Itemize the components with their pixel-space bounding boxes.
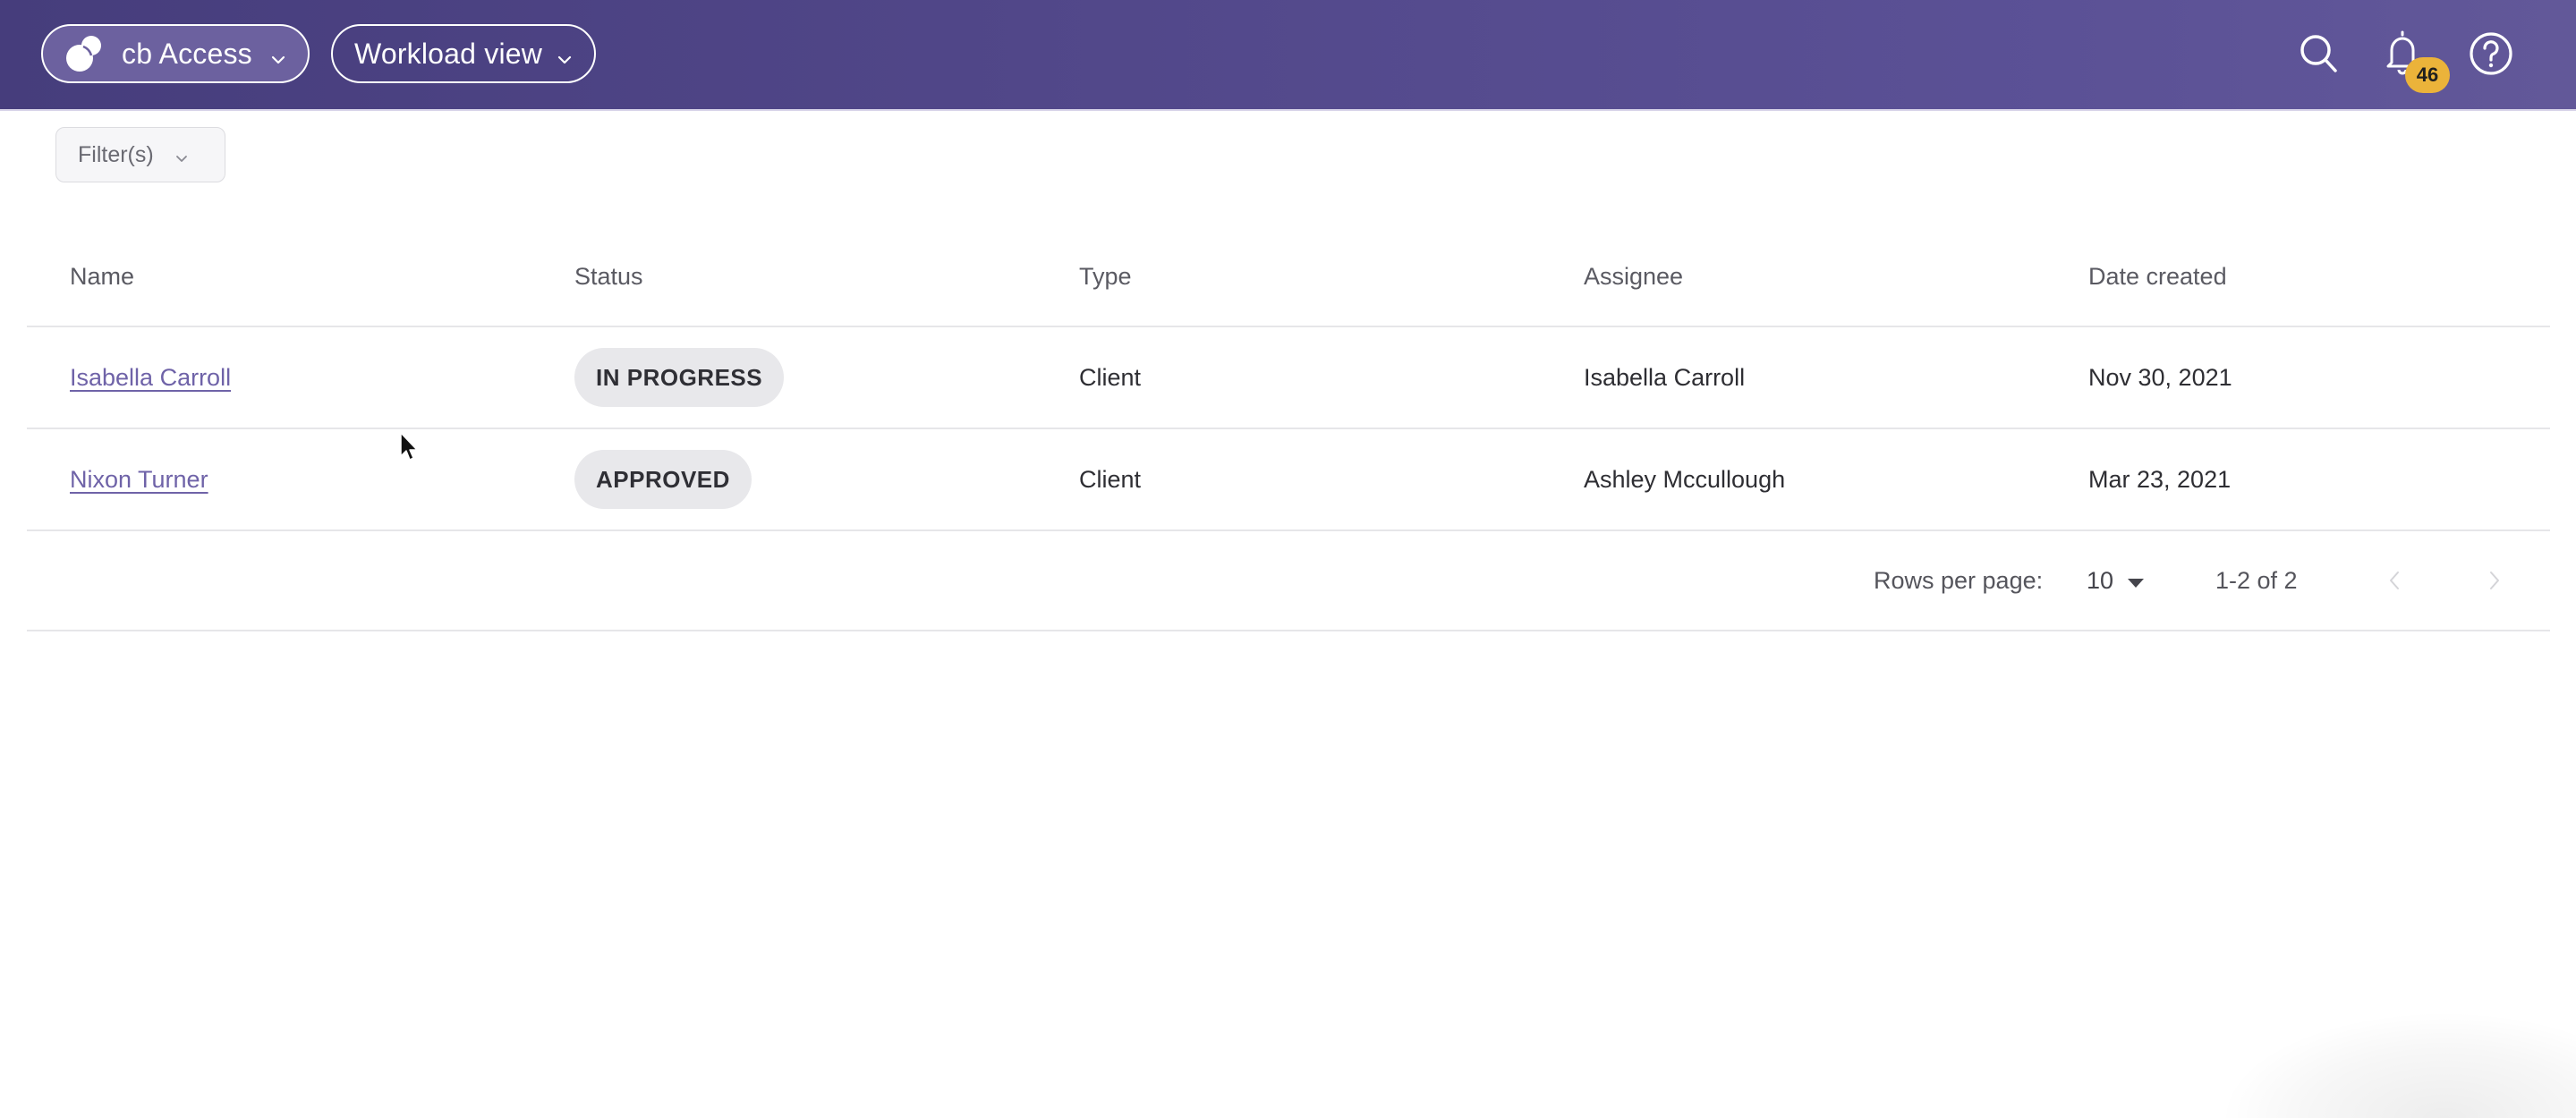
table-header-row: Name Status Type Assignee Date created — [27, 227, 2550, 327]
view-switcher-button[interactable]: Workload view — [331, 24, 596, 83]
pagination-range: 1-2 of 2 — [2215, 566, 2298, 594]
assignee-cell: Isabella Carroll — [1584, 363, 1746, 391]
logo-bubbles-icon — [64, 34, 104, 73]
rows-per-page-select[interactable]: 10 — [2087, 531, 2145, 630]
chevron-left-icon — [2390, 572, 2399, 589]
name-link[interactable]: Nixon Turner — [70, 466, 208, 494]
corner-shadow — [2219, 1011, 2576, 1118]
app-switcher-label: cb Access — [122, 37, 252, 70]
notification-count-badge: 46 — [2405, 57, 2450, 93]
previous-page-button[interactable] — [2380, 565, 2410, 596]
view-switcher-label: Workload view — [354, 37, 543, 70]
name-link[interactable]: Isabella Carroll — [70, 364, 231, 392]
date-created-cell: Mar 23, 2021 — [2088, 465, 2232, 493]
type-cell: Client — [1079, 363, 1142, 391]
chevron-right-icon — [2490, 572, 2499, 589]
next-page-button[interactable] — [2478, 565, 2509, 596]
top-navigation-bar: cb Access Workload view 46 — [0, 0, 2576, 111]
column-header-date-created[interactable]: Date created — [2088, 227, 2227, 326]
table-row[interactable]: Isabella Carroll IN PROGRESS Client Isab… — [27, 327, 2550, 429]
date-created-cell: Nov 30, 2021 — [2088, 363, 2232, 391]
rows-per-page-label: Rows per page: — [1874, 566, 2044, 594]
mouse-pointer-icon — [399, 431, 419, 463]
caret-down-icon — [2128, 579, 2145, 588]
column-header-name[interactable]: Name — [70, 227, 134, 326]
table-pagination: Rows per page: 10 1-2 of 2 — [27, 531, 2550, 631]
chevron-down-icon — [174, 147, 190, 163]
assignee-cell: Ashley Mccullough — [1584, 465, 1786, 493]
column-header-assignee[interactable]: Assignee — [1584, 227, 1683, 326]
rows-per-page-value: 10 — [2087, 566, 2114, 594]
app-switcher-button[interactable]: cb Access — [41, 24, 310, 83]
column-header-type[interactable]: Type — [1079, 227, 1132, 326]
chevron-down-icon — [555, 44, 574, 64]
type-cell: Client — [1079, 465, 1142, 493]
search-button[interactable] — [2292, 27, 2346, 80]
help-button[interactable] — [2464, 27, 2518, 80]
help-circle-icon — [2464, 32, 2518, 84]
filters-label: Filter(s) — [78, 141, 154, 167]
search-icon — [2292, 35, 2346, 84]
status-badge: IN PROGRESS — [574, 348, 785, 407]
chevron-down-icon — [268, 44, 288, 64]
status-badge: APPROVED — [574, 450, 752, 509]
filters-dropdown-button[interactable]: Filter(s) — [55, 127, 225, 182]
column-header-status[interactable]: Status — [574, 227, 643, 326]
workload-table: Name Status Type Assignee Date created I… — [27, 227, 2550, 631]
